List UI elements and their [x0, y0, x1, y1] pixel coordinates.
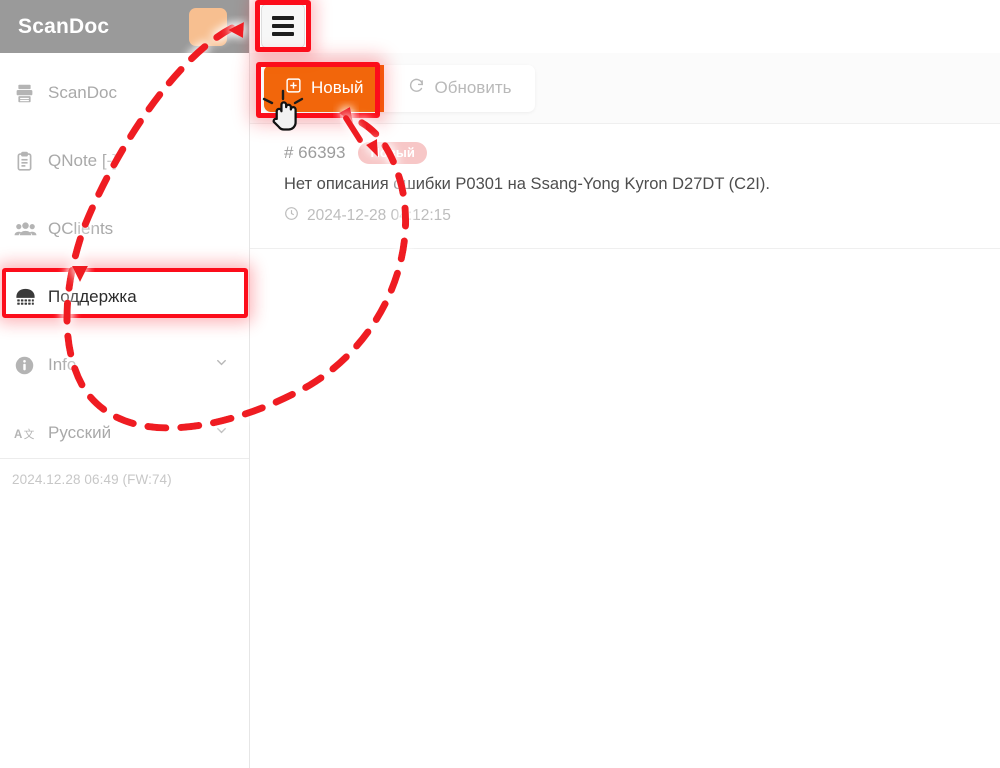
clock-icon: [284, 206, 299, 226]
refresh-icon: [408, 77, 425, 99]
sidebar-item-label: QClients: [48, 219, 114, 238]
plus-square-icon: [285, 77, 302, 99]
clipboard-icon: [14, 151, 44, 172]
sidebar-item-label: ScanDoc: [48, 83, 117, 102]
ticket-row[interactable]: # 66393 Новый Нет описания ошибки P0301 …: [250, 124, 1000, 249]
hamburger-bar: [272, 24, 294, 28]
ticket-timestamp-row: 2024-12-28 04:12:15: [284, 206, 978, 226]
ticket-meta: # 66393 Новый: [284, 142, 978, 164]
sidebar-divider: [0, 458, 249, 459]
chevron-down-icon: [214, 355, 229, 375]
sidebar-nav: ScanDoc QNote [-] QClients Поддержка Inf…: [0, 53, 249, 467]
sidebar-item-qnote[interactable]: QNote [-]: [0, 127, 249, 195]
hamburger-menu-button[interactable]: [261, 4, 305, 48]
sidebar-item-label: Русский: [48, 423, 112, 442]
status-badge: Новый: [358, 142, 427, 164]
ticket-id: # 66393: [284, 143, 346, 162]
app-root: ScanDoc ScanDoc QNote [-] QClients Подде…: [0, 0, 1000, 768]
sidebar-item-scandoc[interactable]: ScanDoc: [0, 59, 249, 127]
new-ticket-label: Новый: [311, 78, 364, 97]
hamburger-bar: [272, 16, 294, 20]
headset-icon: [14, 286, 44, 309]
sidebar-item-label: QNote [-]: [48, 151, 117, 170]
scanner-icon: [14, 83, 44, 104]
refresh-label: Обновить: [434, 78, 512, 97]
ticket-timestamp: 2024-12-28 04:12:15: [307, 207, 451, 224]
sidebar-header: ScanDoc: [0, 0, 249, 53]
ticket-list: # 66393 Новый Нет описания ошибки P0301 …: [250, 124, 1000, 249]
svg-text:A: A: [14, 428, 22, 440]
sidebar-item-label: Info: [48, 355, 77, 374]
sidebar: ScanDoc ScanDoc QNote [-] QClients Подде…: [0, 0, 250, 768]
header-orange-button[interactable]: [189, 8, 227, 46]
sidebar-footer-timestamp: 2024.12.28 06:49 (FW:74): [12, 472, 172, 487]
new-ticket-button[interactable]: Новый: [264, 64, 385, 112]
svg-text:文: 文: [24, 427, 35, 440]
sidebar-item-language[interactable]: A 文 Русский: [0, 399, 249, 467]
users-icon: [14, 218, 44, 241]
sidebar-item-qclients[interactable]: QClients: [0, 195, 249, 263]
sidebar-item-label: Поддержка: [48, 287, 137, 306]
info-icon: [14, 355, 44, 376]
hamburger-bar: [272, 32, 294, 36]
main-content: Новый Обновить # 66393 Новый Нет описани…: [250, 0, 1000, 768]
app-title: ScanDoc: [18, 14, 110, 38]
translate-icon: A 文: [14, 424, 44, 443]
toolbar: Новый Обновить: [250, 53, 1000, 124]
chevron-down-icon: [214, 423, 229, 443]
sidebar-item-support[interactable]: Поддержка: [0, 263, 249, 331]
sidebar-item-info[interactable]: Info: [0, 331, 249, 399]
refresh-button[interactable]: Обновить: [384, 65, 535, 112]
toolbar-button-group: Новый Обновить: [264, 64, 536, 112]
ticket-title: Нет описания ошибки P0301 на Ssang-Yong …: [284, 175, 770, 193]
